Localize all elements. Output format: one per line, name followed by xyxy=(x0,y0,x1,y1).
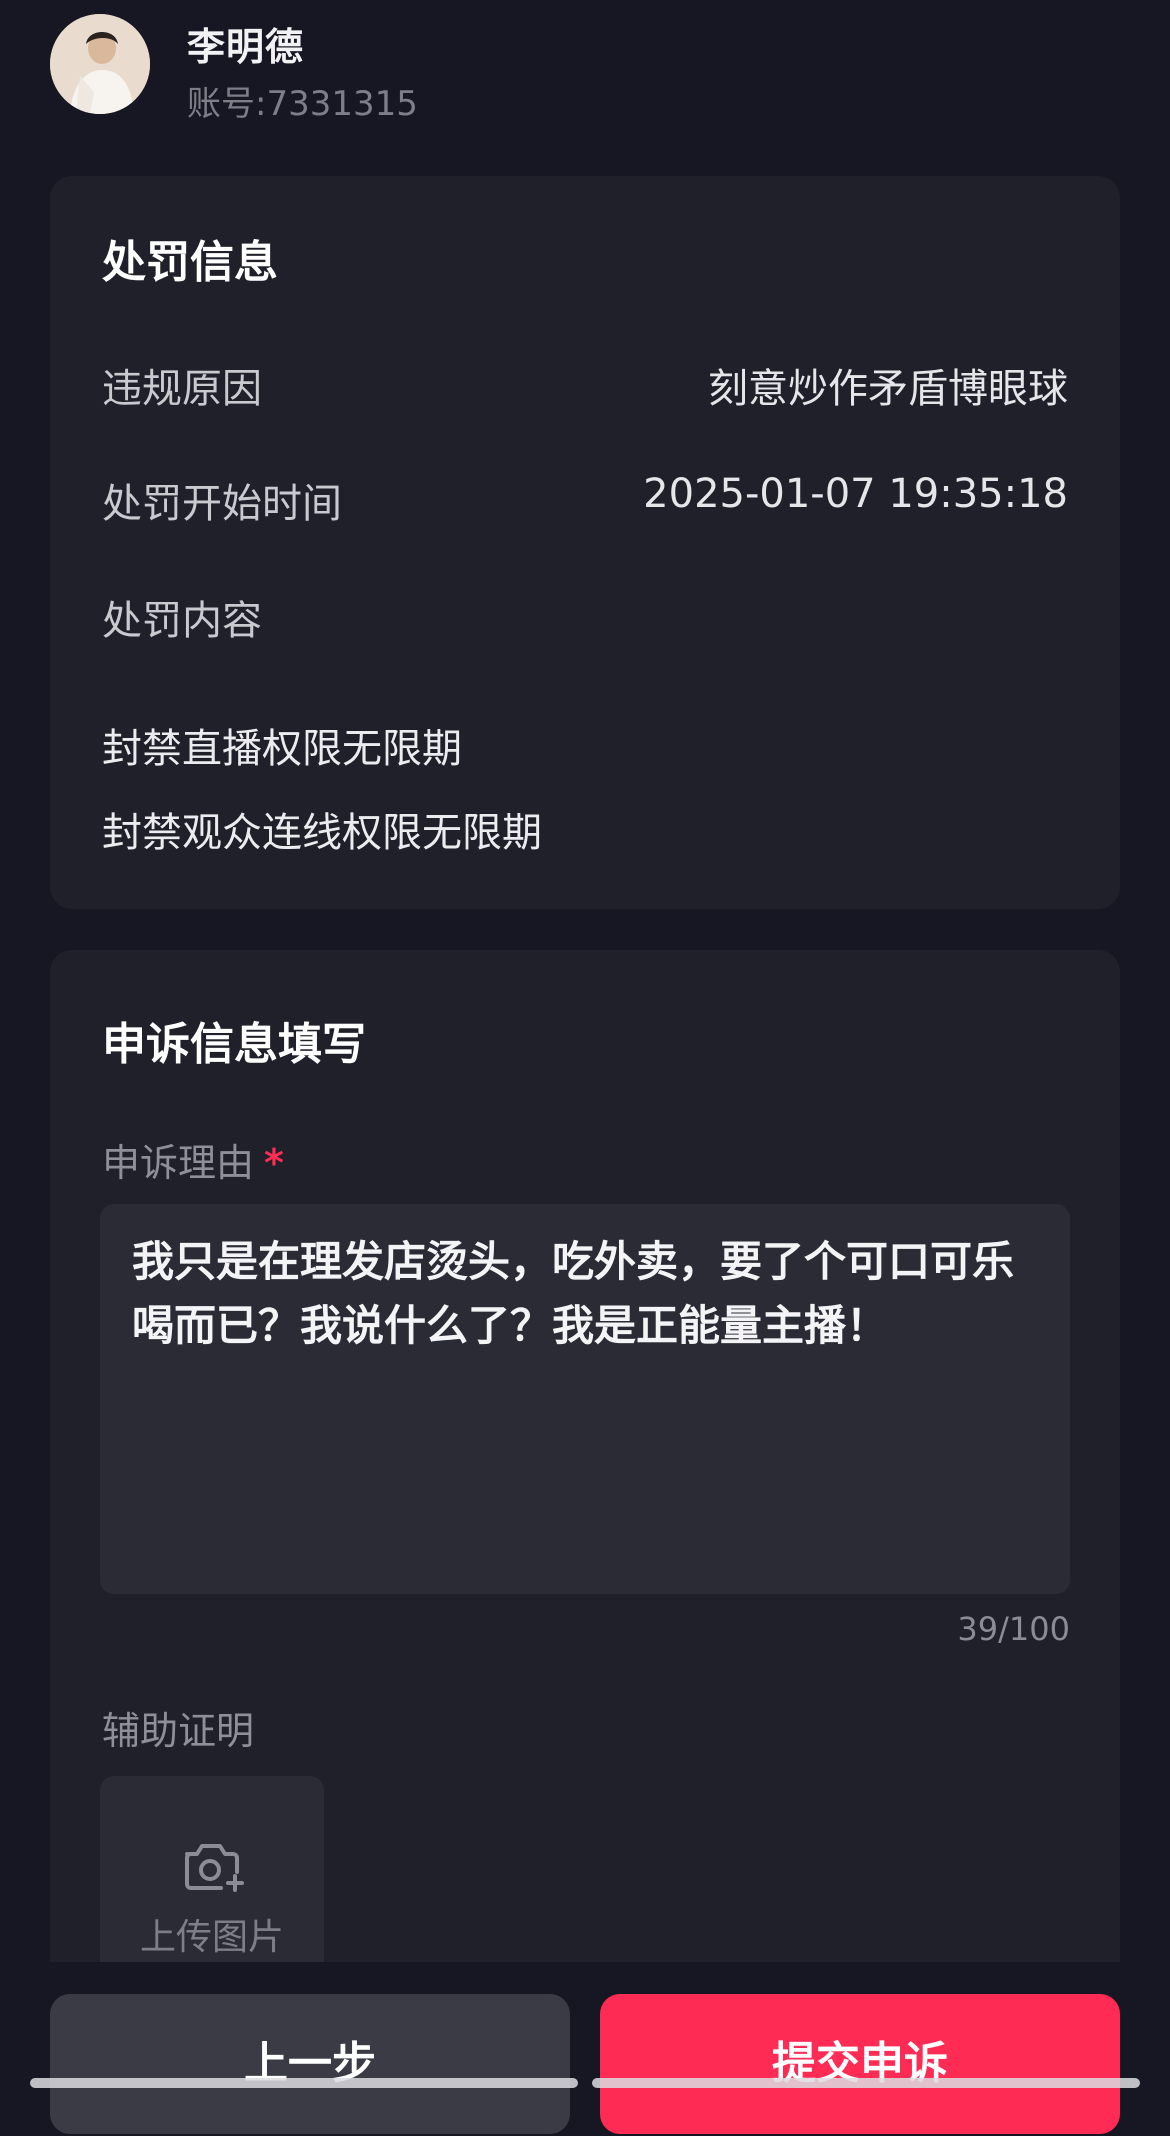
avatar-image xyxy=(50,14,150,114)
submit-appeal-button[interactable]: 提交申诉 xyxy=(600,1994,1120,2134)
camera-plus-icon xyxy=(185,1844,244,1892)
penalty-item-live-ban: 封禁直播权限无限期 xyxy=(102,726,462,772)
penalty-start-time-value: 2025-01-07 19:35:18 xyxy=(643,471,1068,517)
avatar[interactable] xyxy=(50,14,150,114)
violation-reason-label: 违规原因 xyxy=(102,366,262,412)
appeal-reason-textarea[interactable]: 我只是在理发店烫头，吃外卖，要了个可口可乐喝而已？我说什么了？我是正能量主播！ xyxy=(100,1204,1070,1594)
previous-step-button[interactable]: 上一步 xyxy=(50,1994,570,2134)
penalty-item-connect-ban: 封禁观众连线权限无限期 xyxy=(102,810,542,856)
supporting-proof-label: 辅助证明 xyxy=(102,1709,255,1753)
penalty-start-time-label: 处罚开始时间 xyxy=(102,481,342,527)
penalty-content-row: 处罚内容 xyxy=(102,588,1068,648)
appeal-form-card: 申诉信息填写 申诉理由 * 我只是在理发店烫头，吃外卖，要了个可口可乐喝而已？我说… xyxy=(50,950,1120,1976)
scroll-indicator xyxy=(592,2078,1140,2088)
upload-image-label: 上传图片 xyxy=(139,1917,284,1958)
penalty-info-title: 处罚信息 xyxy=(102,237,278,288)
appeal-reason-label-text: 申诉理由 xyxy=(102,1141,255,1185)
char-count: 39/100 xyxy=(957,1610,1070,1648)
penalty-content-label: 处罚内容 xyxy=(102,598,262,644)
appeal-form-title: 申诉信息填写 xyxy=(102,1019,366,1070)
violation-reason-row: 违规原因 刻意炒作矛盾博眼球 xyxy=(102,356,1068,416)
required-mark: * xyxy=(264,1141,284,1185)
appeal-reason-label: 申诉理由 * xyxy=(102,1132,284,1187)
user-account-id: 账号:7331315 xyxy=(187,84,418,124)
user-header: 李明德 账号:7331315 xyxy=(0,0,1170,170)
upload-image-button[interactable]: 上传图片 xyxy=(100,1776,324,1976)
penalty-start-time-row: 处罚开始时间 2025-01-07 19:35:18 xyxy=(102,471,1068,531)
bottom-action-bar: 上一步 提交申诉 xyxy=(0,1962,1170,2136)
penalty-info-card: 处罚信息 违规原因 刻意炒作矛盾博眼球 处罚开始时间 2025-01-07 19… xyxy=(50,176,1120,909)
scroll-indicator xyxy=(30,2078,578,2088)
user-name: 李明德 xyxy=(187,25,305,69)
violation-reason-value: 刻意炒作矛盾博眼球 xyxy=(708,366,1068,412)
